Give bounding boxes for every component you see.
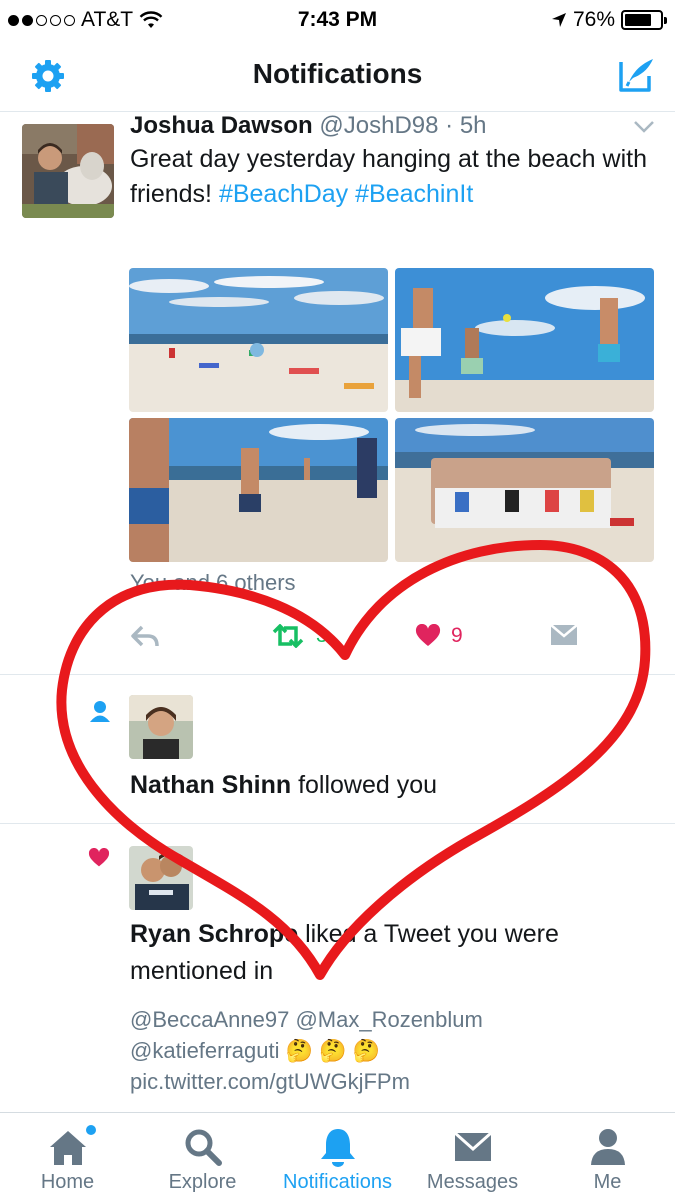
compose-icon[interactable]: [615, 54, 657, 96]
like-count: 9: [451, 624, 463, 647]
reply-button[interactable]: [130, 624, 160, 648]
envelope-icon: [453, 1131, 492, 1161]
envelope-icon: [550, 624, 578, 645]
retweet-count: 3: [316, 624, 328, 647]
page-title: Notifications: [252, 58, 423, 89]
user-name[interactable]: Nathan Shinn: [130, 771, 291, 799]
location-arrow-icon: [551, 13, 566, 27]
tab-label: Explore: [168, 1171, 237, 1193]
home-icon: [49, 1131, 86, 1165]
reply-icon: [131, 625, 159, 647]
hashtag-link[interactable]: #BeachDay: [219, 180, 348, 208]
tweet-text: Great day yesterday hanging at the beach…: [130, 142, 650, 212]
notification-follow[interactable]: Nathan Shinn followed you: [0, 675, 675, 824]
photo-beach-crowd[interactable]: [129, 268, 388, 412]
author-name[interactable]: Joshua Dawson: [130, 112, 313, 139]
avatar[interactable]: [129, 695, 193, 759]
status-bar: AT&T 7:43 PM 76%: [0, 0, 675, 40]
person-icon: [90, 701, 110, 722]
battery-percent: 76%: [572, 8, 615, 31]
tab-label: Me: [593, 1171, 622, 1193]
retweet-button[interactable]: 3: [270, 624, 328, 648]
tab-explore[interactable]: Explore: [135, 1113, 270, 1200]
person-icon: [590, 1129, 625, 1165]
mentioned-tweet-preview[interactable]: @BeccaAnne97 @Max_Rozenblum @katieferrag…: [130, 1004, 630, 1097]
search-icon: [185, 1129, 222, 1166]
avatar[interactable]: [22, 124, 114, 218]
notification-action: followed you: [298, 771, 438, 799]
photo-grid: [129, 268, 654, 562]
direct-message-button[interactable]: [550, 624, 578, 646]
tab-home[interactable]: Home: [0, 1113, 135, 1200]
tweet-time: 5h: [459, 112, 487, 139]
author-handle[interactable]: @JoshD98: [319, 112, 438, 139]
like-button[interactable]: 9: [415, 624, 463, 648]
battery-icon: [621, 10, 667, 30]
avatar[interactable]: [129, 846, 193, 910]
tab-notifications[interactable]: Notifications: [270, 1113, 405, 1200]
tab-messages[interactable]: Messages: [405, 1113, 540, 1200]
notification-like[interactable]: Ryan Schrope liked a Tweet you were ment…: [0, 824, 675, 1112]
tab-label: Home: [40, 1171, 95, 1193]
heart-icon: [88, 848, 110, 867]
tweet[interactable]: Joshua Dawson @JoshD98 · 5h Great day ye…: [0, 112, 675, 675]
pic-link[interactable]: pic.twitter.com/gtUWGkjFPm: [130, 1069, 410, 1094]
likers-summary[interactable]: You and 6 others: [130, 570, 296, 596]
user-name[interactable]: Ryan Schrope: [130, 920, 298, 948]
status-right: 76%: [551, 8, 667, 32]
chevron-down-icon[interactable]: [633, 120, 655, 134]
hashtag-link[interactable]: #BeachinIt: [355, 180, 473, 208]
notification-text: Nathan Shinn followed you: [130, 767, 650, 804]
tab-label: Notifications: [283, 1171, 392, 1193]
thinking-emoji: 🤔 🤔 🤔: [285, 1038, 381, 1063]
photo-group-beach[interactable]: [395, 418, 654, 562]
tab-bar: Home Explore Notifications Messages Me: [0, 1112, 675, 1200]
tab-me[interactable]: Me: [540, 1113, 675, 1200]
tab-label: Messages: [426, 1171, 519, 1193]
retweet-icon: [272, 624, 304, 648]
photo-beach-men[interactable]: [129, 418, 388, 562]
photo-beach-volleyball[interactable]: [395, 268, 654, 412]
tweet-actions: 3 9: [130, 624, 590, 658]
navigation-bar: Notifications: [0, 40, 675, 112]
bell-icon: [320, 1129, 355, 1167]
heart-icon: [415, 624, 441, 646]
tweet-header: Joshua Dawson @JoshD98 · 5h: [130, 112, 487, 139]
notification-text: Ryan Schrope liked a Tweet you were ment…: [130, 916, 650, 990]
new-content-dot: [86, 1125, 96, 1135]
